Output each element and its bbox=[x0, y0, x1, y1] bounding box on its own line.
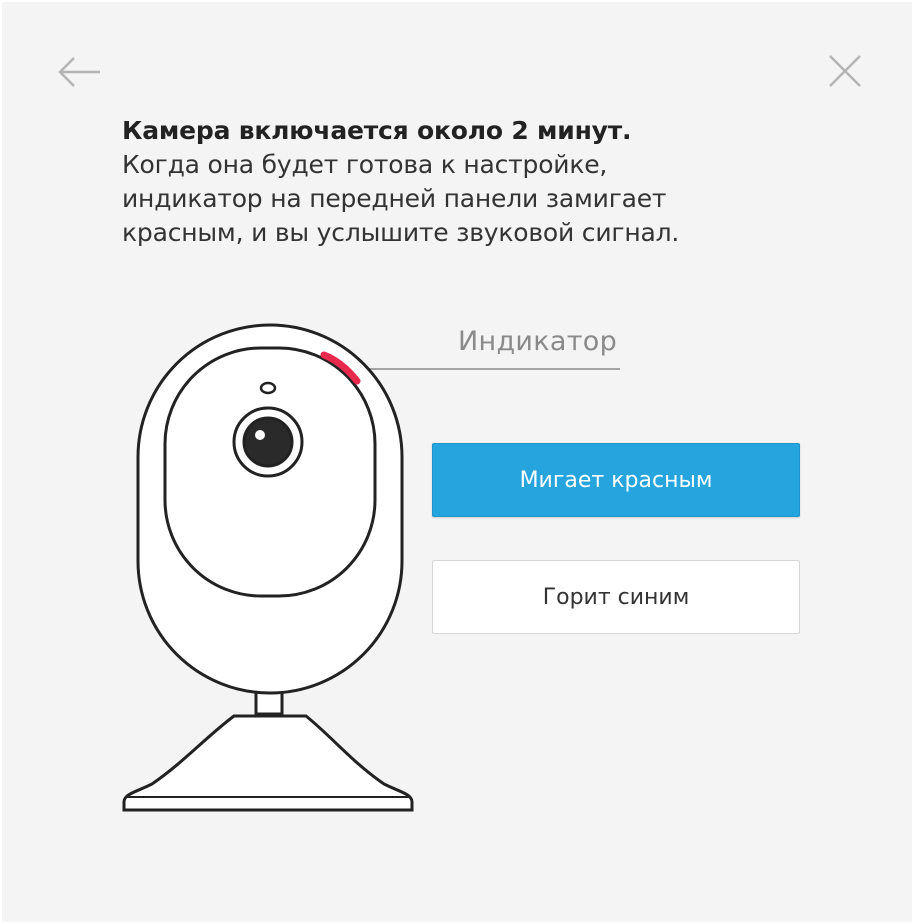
solid-blue-button[interactable]: Горит синим bbox=[432, 560, 800, 634]
blinking-red-button[interactable]: Мигает красным bbox=[432, 443, 800, 517]
camera-sensor bbox=[259, 381, 277, 395]
setup-dialog: Камера включается около 2 минут. Когда о… bbox=[2, 2, 912, 922]
camera-lens-glint bbox=[255, 430, 265, 440]
camera-lens bbox=[242, 416, 294, 468]
camera-base bbox=[122, 714, 414, 812]
indicator-label: Индикатор bbox=[458, 326, 618, 357]
